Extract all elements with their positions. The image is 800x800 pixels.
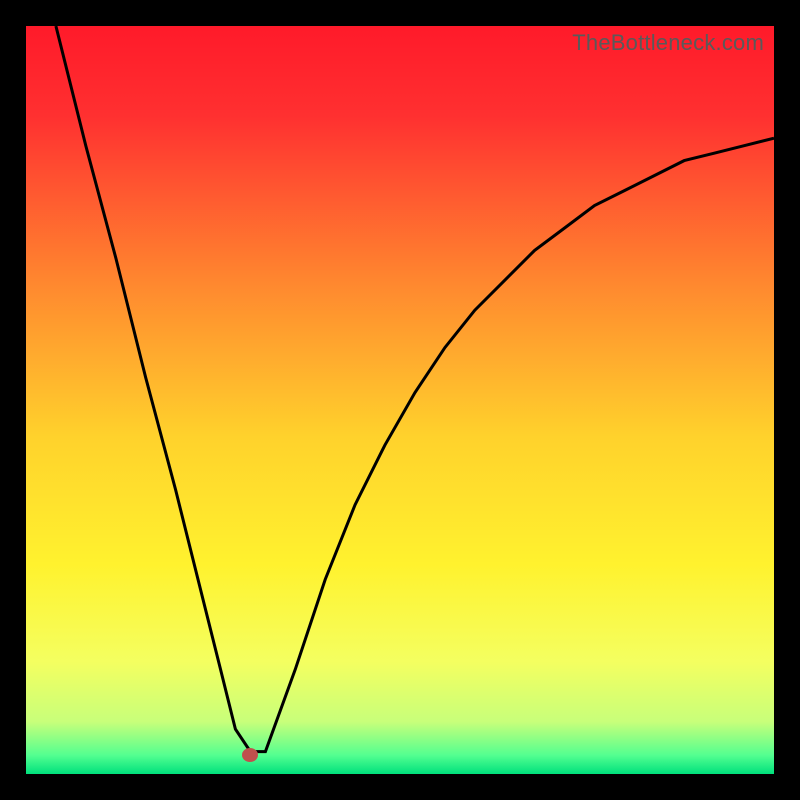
optimal-point-marker	[242, 748, 258, 762]
watermark-text: TheBottleneck.com	[572, 30, 764, 56]
gradient-background	[26, 26, 774, 774]
bottleneck-curve	[56, 26, 774, 752]
plot-area: TheBottleneck.com	[26, 26, 774, 774]
plot-svg	[26, 26, 774, 774]
chart-frame: TheBottleneck.com	[0, 0, 800, 800]
